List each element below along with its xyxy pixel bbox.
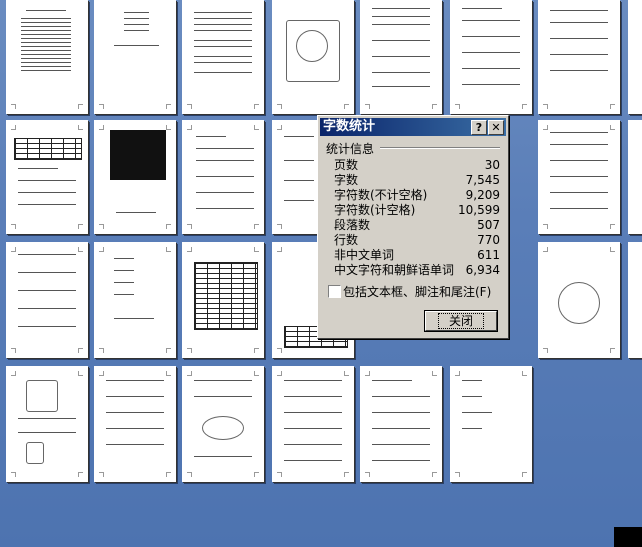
- include-textboxes-label[interactable]: 包括文本框、脚注和尾注(F): [343, 283, 491, 300]
- page-thumbnail[interactable]: [94, 366, 176, 482]
- page-thumbnail[interactable]: [628, 120, 642, 234]
- page-thumbnail[interactable]: [6, 120, 88, 234]
- page-thumbnail[interactable]: [538, 242, 620, 358]
- stat-label: 字数: [334, 173, 359, 187]
- page-thumbnail[interactable]: [450, 366, 532, 482]
- page-thumbnail[interactable]: [272, 366, 354, 482]
- stat-row-paragraphs: 段落数 507: [334, 218, 500, 233]
- stat-label: 非中文单词: [334, 248, 395, 262]
- dialog-titlebar[interactable]: 字数统计 ? ✕: [320, 118, 506, 136]
- stat-label: 段落数: [334, 218, 371, 232]
- stat-value: 7,545: [465, 173, 500, 187]
- stat-value: 9,209: [465, 188, 500, 202]
- help-button[interactable]: ?: [471, 120, 487, 135]
- page-thumbnail[interactable]: [94, 120, 176, 234]
- page-thumbnail[interactable]: [360, 0, 442, 114]
- stat-label: 中文字符和朝鲜语单词: [334, 263, 455, 277]
- page-thumbnail[interactable]: [628, 242, 642, 358]
- page-thumbnail[interactable]: [94, 0, 176, 114]
- stat-row-non-chinese-words: 非中文单词 611: [334, 248, 500, 263]
- page-thumbnail[interactable]: [6, 366, 88, 482]
- stat-row-chars-with-spaces: 字符数(计空格) 10,599: [334, 203, 500, 218]
- page-thumbnail[interactable]: [538, 0, 620, 114]
- page-thumbnail[interactable]: [628, 0, 642, 114]
- stat-label: 行数: [334, 233, 359, 247]
- page-thumbnail[interactable]: [538, 120, 620, 234]
- page-thumbnail[interactable]: [94, 242, 176, 358]
- page-thumbnail[interactable]: [360, 366, 442, 482]
- stat-label: 字符数(不计空格): [334, 188, 428, 202]
- stat-row-pages: 页数 30: [334, 158, 500, 173]
- close-x-button[interactable]: ✕: [488, 120, 504, 135]
- close-button-label: 关闭: [437, 313, 484, 329]
- stat-label: 字符数(计空格): [334, 203, 416, 217]
- stat-row-chars-no-spaces: 字符数(不计空格) 9,209: [334, 188, 500, 203]
- page-thumbnail[interactable]: [450, 0, 532, 114]
- page-thumbnail[interactable]: [6, 0, 88, 114]
- stat-row-lines: 行数 770: [334, 233, 500, 248]
- include-textboxes-checkbox[interactable]: [328, 285, 341, 298]
- stat-value: 6,934: [465, 263, 500, 277]
- page-thumbnail[interactable]: [182, 120, 264, 234]
- word-count-dialog: 字数统计 ? ✕ 统计信息 页数 30 字数 7,545 字符数(不计空格) 9…: [317, 115, 509, 339]
- stat-value: 770: [477, 233, 500, 247]
- group-divider: [380, 147, 500, 149]
- page-thumbnail[interactable]: [272, 0, 354, 114]
- page-thumbnail[interactable]: [182, 242, 264, 358]
- stat-value: 30: [484, 158, 500, 172]
- stat-value: 611: [477, 248, 500, 262]
- corner-block: [614, 527, 642, 547]
- stat-row-words: 字数 7,545: [334, 173, 500, 188]
- stat-value: 507: [477, 218, 500, 232]
- stat-value: 10,599: [458, 203, 500, 217]
- page-thumbnail[interactable]: [6, 242, 88, 358]
- stats-group-label: 统计信息: [326, 142, 375, 156]
- page-thumbnail[interactable]: [182, 366, 264, 482]
- stat-row-cjk-chars: 中文字符和朝鲜语单词 6,934: [334, 263, 500, 278]
- dialog-title: 字数统计: [323, 119, 376, 134]
- close-button[interactable]: 关闭: [425, 311, 497, 331]
- stat-label: 页数: [334, 158, 359, 172]
- page-thumbnail[interactable]: [182, 0, 264, 114]
